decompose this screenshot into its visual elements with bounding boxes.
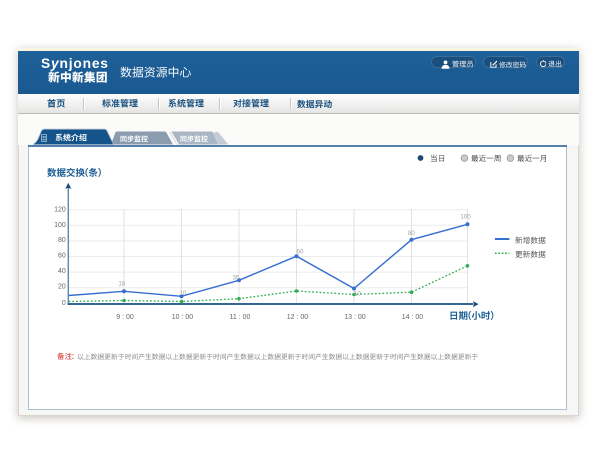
svg-text:35: 35 [232, 274, 239, 281]
svg-text:13 : 00: 13 : 00 [344, 314, 366, 321]
svg-text:0: 0 [62, 300, 66, 307]
svg-text:10: 10 [354, 290, 361, 297]
svg-text:120: 120 [54, 207, 66, 214]
svg-text:100: 100 [54, 222, 66, 229]
svg-text:10: 10 [179, 290, 186, 297]
svg-text:10 : 00: 10 : 00 [172, 314, 194, 321]
svg-text:80: 80 [408, 230, 415, 237]
svg-text:80: 80 [58, 237, 66, 244]
svg-text:12 : 00: 12 : 00 [287, 314, 309, 321]
svg-text:14 : 00: 14 : 00 [402, 314, 424, 321]
svg-text:60: 60 [297, 249, 304, 256]
svg-text:9 : 00: 9 : 00 [116, 314, 134, 321]
svg-text:60: 60 [58, 252, 66, 259]
svg-text:40: 40 [58, 268, 66, 275]
svg-text:11 : 00: 11 : 00 [230, 314, 251, 321]
svg-text:18: 18 [118, 280, 125, 287]
svg-text:20: 20 [58, 283, 66, 290]
svg-text:100: 100 [460, 214, 471, 221]
